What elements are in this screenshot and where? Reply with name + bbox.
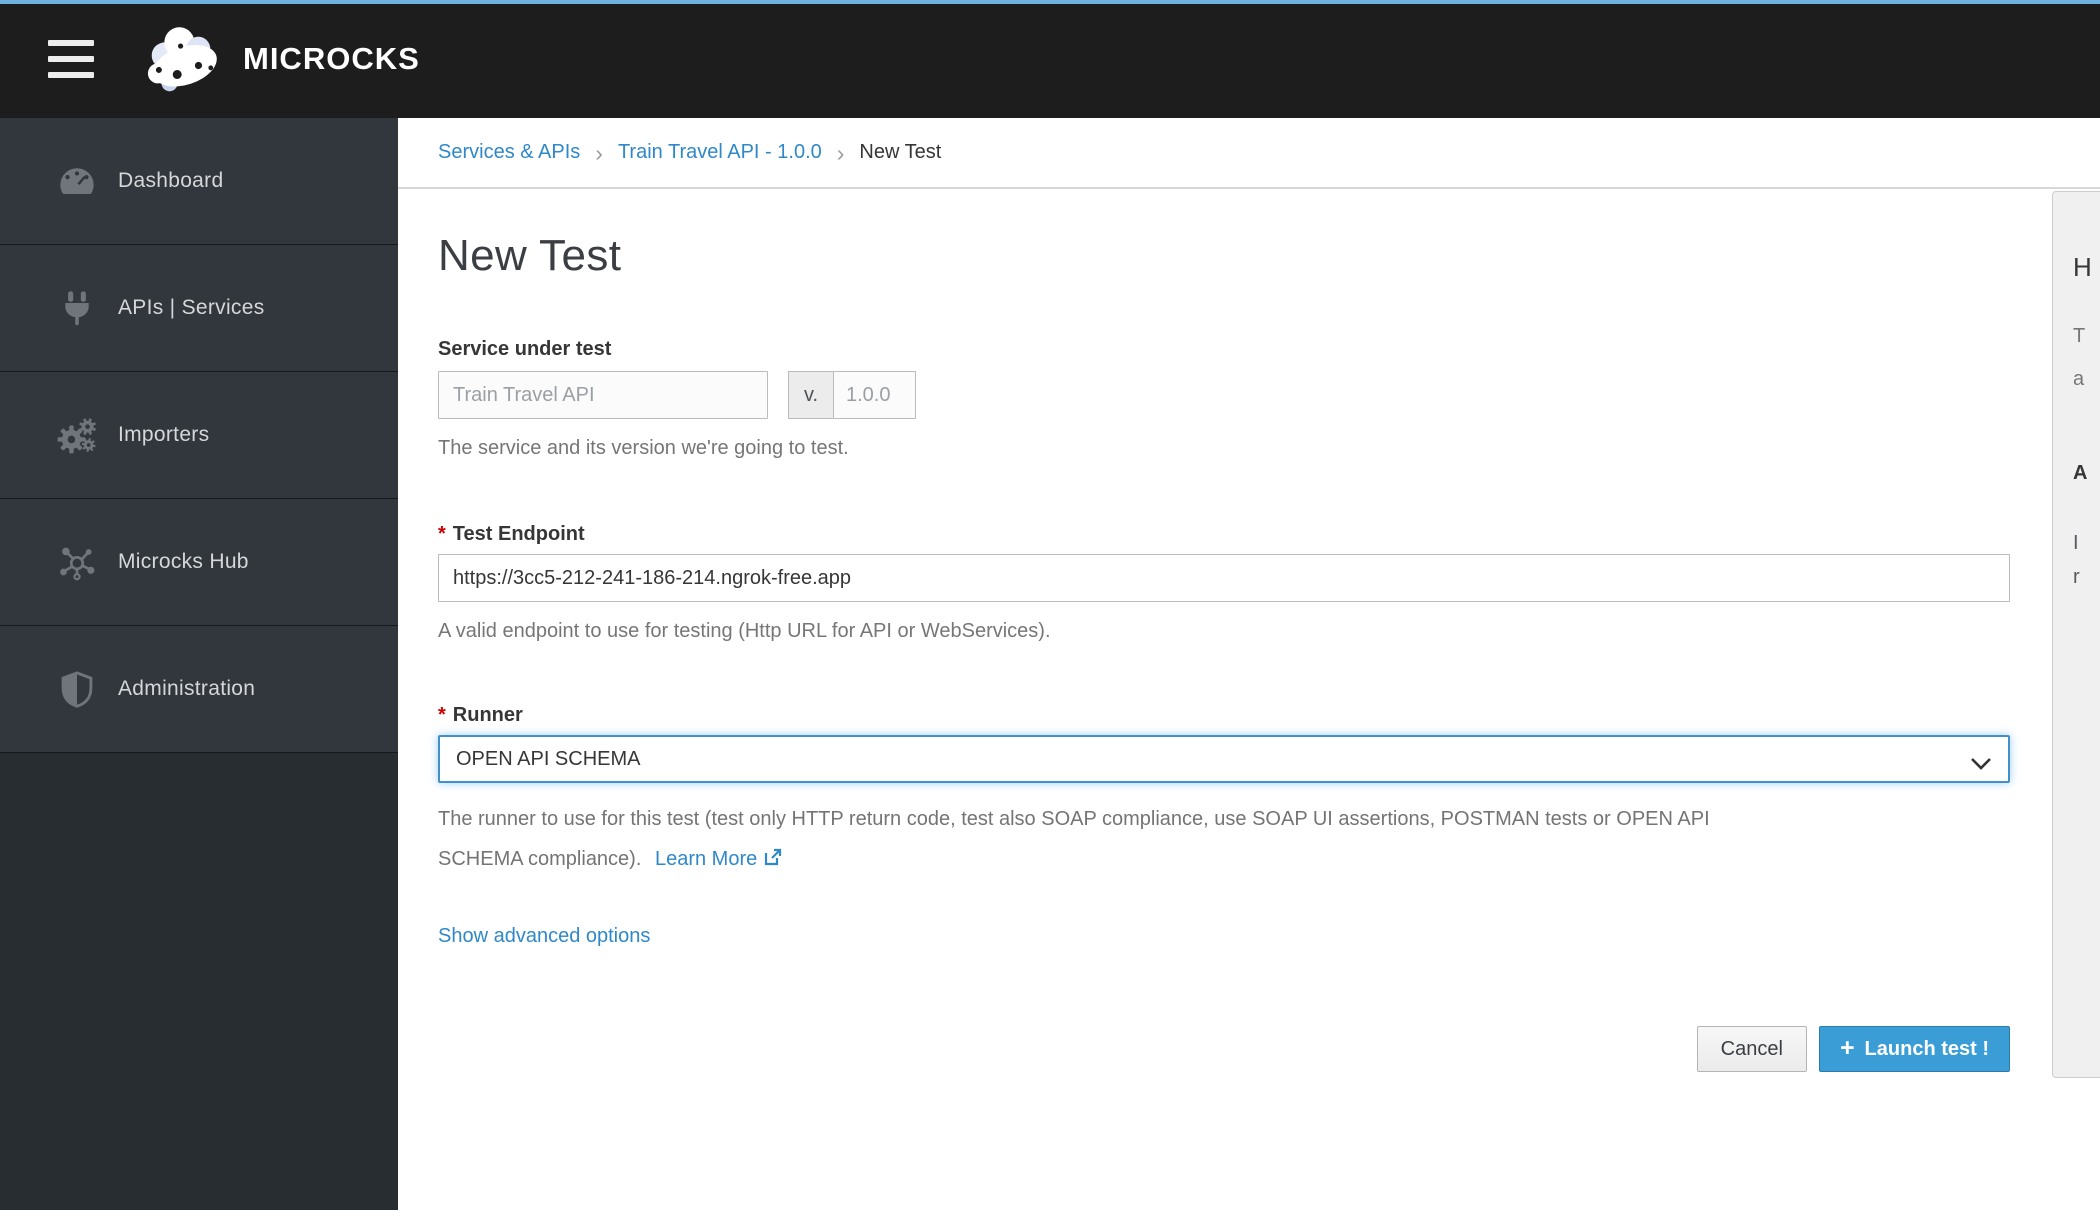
sidebar-item-administration[interactable]: Administration — [0, 626, 398, 753]
page-title: New Test — [438, 231, 622, 280]
required-asterisk: * — [438, 704, 446, 726]
hamburger-bar — [48, 40, 94, 46]
breadcrumb: Services & APIs › Train Travel API - 1.0… — [398, 118, 2100, 189]
sidebar-item-importers[interactable]: Importers — [0, 372, 398, 499]
service-version-field — [834, 371, 916, 419]
gears-icon — [57, 415, 97, 455]
help-panel-text-fragment: T — [2073, 325, 2086, 347]
learn-more-link[interactable]: Learn More — [655, 848, 783, 870]
sidebar-item-microcks-hub[interactable]: Microcks Hub — [0, 499, 398, 626]
breadcrumb-link-services-apis[interactable]: Services & APIs — [438, 141, 580, 164]
microcks-app: MICROCKS Dashboard APIs | Services Impor… — [0, 0, 2100, 1210]
sidebar-nav: Dashboard APIs | Services Importers Micr… — [0, 118, 398, 1210]
launch-test-button[interactable]: + Launch test ! — [1818, 1026, 2010, 1072]
help-panel-text-fragment: I — [2073, 532, 2079, 554]
launch-test-label: Launch test ! — [1864, 1037, 1989, 1060]
form-actions: Cancel + Launch test ! — [438, 1026, 2010, 1072]
hamburger-bar — [48, 72, 94, 78]
breadcrumb-link-service-version[interactable]: Train Travel API - 1.0.0 — [618, 141, 822, 164]
runner-help-line2: SCHEMA compliance). — [438, 848, 642, 870]
breadcrumb-separator-icon: › — [836, 139, 845, 166]
help-panel-text-fragment: r — [2073, 566, 2080, 588]
main-content: Services & APIs › Train Travel API - 1.0… — [398, 118, 2100, 1210]
sidebar-item-label: Microcks Hub — [118, 550, 249, 573]
breadcrumb-separator-icon: › — [595, 139, 603, 166]
runner-help-text: The runner to use for this test (test on… — [438, 799, 2010, 881]
service-help-text: The service and its version we're going … — [438, 437, 849, 459]
help-panel-text-fragment: H — [2073, 252, 2092, 282]
brand-title: MICROCKS — [243, 41, 420, 76]
learn-more-label: Learn More — [654, 848, 758, 870]
sidebar-item-label: Importers — [118, 423, 210, 446]
sidebar-item-label: Administration — [118, 677, 256, 700]
required-asterisk: * — [438, 523, 446, 545]
show-advanced-options-link[interactable]: Show advanced options — [438, 925, 650, 948]
sidebar-item-dashboard[interactable]: Dashboard — [0, 118, 398, 245]
shield-icon — [57, 669, 97, 709]
help-panel-text-fragment: A — [2073, 462, 2088, 484]
new-test-form: New Test Service under test v. The servi… — [398, 231, 2010, 1072]
plug-icon — [57, 288, 97, 328]
version-prefix-label: v. — [788, 371, 834, 419]
runner-select[interactable]: OPEN API SCHEMA — [438, 735, 2010, 783]
service-name-field — [438, 371, 768, 419]
sidebar-item-label: Dashboard — [118, 169, 224, 192]
external-link-icon — [763, 841, 783, 881]
help-panel-text-fragment: a — [2073, 368, 2085, 390]
runner-label-text: Runner — [452, 704, 523, 726]
cancel-button[interactable]: Cancel — [1696, 1026, 1807, 1072]
breadcrumb-current: New Test — [859, 141, 942, 163]
sidebar-item-apis-services[interactable]: APIs | Services — [0, 245, 398, 372]
plus-icon: + — [1839, 1033, 1855, 1062]
runner-label: * Runner — [438, 704, 2010, 727]
sidebar-item-label: APIs | Services — [118, 296, 265, 319]
hamburger-bar — [48, 56, 94, 62]
service-under-test-label: Service under test — [438, 338, 612, 360]
endpoint-help-text: A valid endpoint to use for testing (Htt… — [438, 620, 1051, 642]
test-endpoint-label-text: Test Endpoint — [452, 523, 585, 545]
test-endpoint-input[interactable] — [438, 554, 2010, 602]
service-version-group: v. — [788, 371, 916, 419]
service-row: v. — [438, 371, 2010, 419]
chevron-down-icon — [1970, 754, 1992, 777]
hub-network-icon — [57, 542, 97, 582]
help-panel: H T a A I r — [2052, 191, 2100, 1078]
window-top-strip — [0, 0, 2100, 4]
microcks-logo-icon — [133, 10, 233, 110]
dashboard-gauge-icon — [57, 161, 97, 201]
top-navbar: MICROCKS — [0, 0, 2100, 118]
hamburger-menu-button[interactable] — [48, 40, 94, 78]
runner-selected-value: OPEN API SCHEMA — [456, 747, 641, 770]
runner-help-line1: The runner to use for this test (test on… — [438, 808, 1710, 830]
test-endpoint-label: * Test Endpoint — [438, 523, 2010, 546]
